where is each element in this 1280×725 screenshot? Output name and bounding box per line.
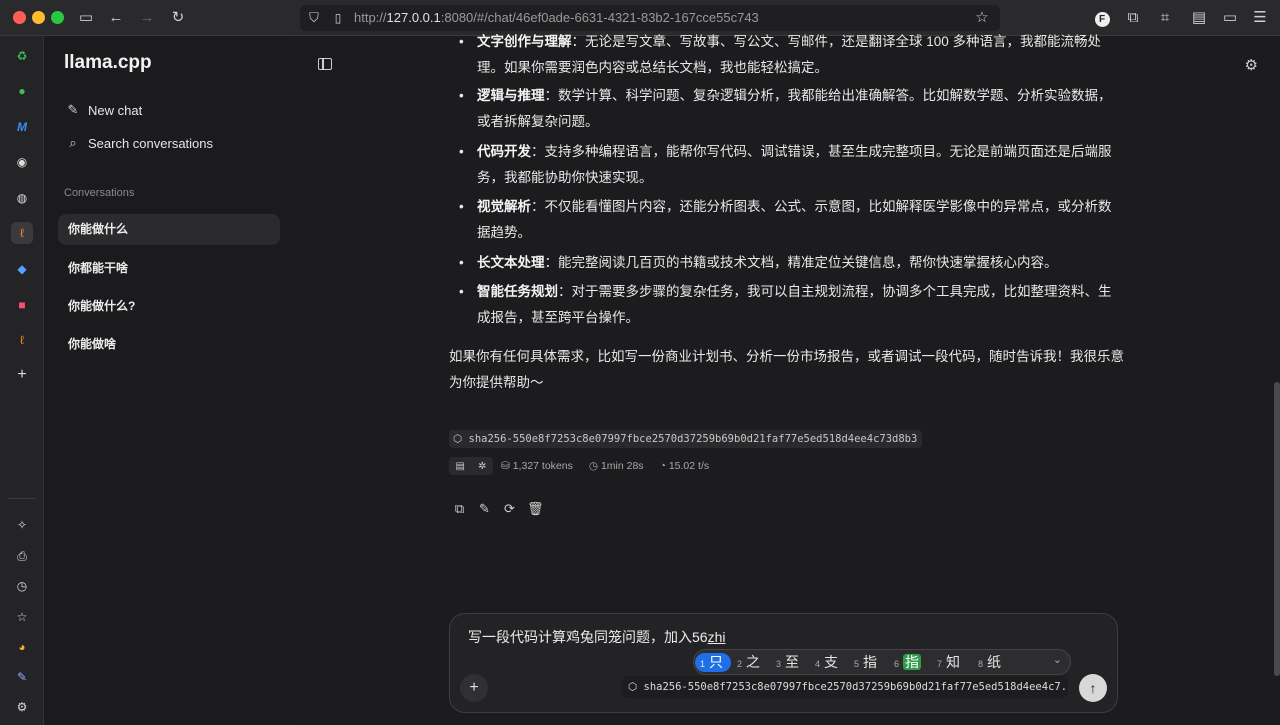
crop-icon[interactable]: ⌗ (1155, 8, 1175, 28)
delete-icon[interactable]: 🗑 (527, 501, 544, 517)
menu-icon[interactable]: ☰ (1250, 8, 1270, 28)
message-list-item: 逻辑与推理：数学计算、科学问题、复杂逻辑分析，我都能给出准确解答。比如解数学题、… (459, 83, 1122, 135)
address-bar[interactable]: ⛉ ▯ http://127.0.0.1:8080/#/chat/46ef0ad… (300, 5, 1000, 31)
app-strip: ♻ ● M ◉ ◍ ℓ ◆ ■ ℓ + ✧ ⎙ ◷ ☆ ◕ ✎ ⚙ (0, 36, 44, 725)
message-list-item: 文字创作与理解：无论是写文章、写故事、写公文、写邮件，还是翻译全球 100 多种… (459, 29, 1122, 81)
edit-icon: ✎ (67, 102, 79, 117)
ime-candidate[interactable]: 8纸 (978, 653, 1001, 672)
generation-time: ◷ 1min 28s (588, 460, 644, 472)
chat-composer[interactable]: 写一段代码计算鸡兔同笼问题，加入56zhi 1只 2之 3至 4支 5指 6指 … (449, 613, 1118, 713)
search-icon: ⌕ (69, 135, 77, 150)
llama-app-icon[interactable]: ℓ (11, 222, 33, 244)
conversation-item[interactable]: 你能做什么 (58, 214, 280, 245)
regenerate-icon[interactable]: ⟳ (502, 501, 517, 517)
extensions-icon[interactable]: ⧉ (1123, 8, 1143, 28)
conversations-heading: Conversations (64, 187, 135, 199)
ime-candidate[interactable]: 3至 (776, 653, 799, 672)
add-attachment-button[interactable]: + (460, 674, 488, 702)
new-chat-label: New chat (88, 102, 143, 118)
settings-gear-icon[interactable]: ⚙ (11, 696, 33, 718)
music-app-icon[interactable]: ■ (11, 294, 33, 316)
copy-icon[interactable]: ⧉ (452, 501, 467, 517)
message-closing-paragraph: 如果你有任何具体需求，比如写一份商业计划书、分析一份市场报告，或者调试一段代码，… (449, 349, 1124, 390)
stats-view-toggle[interactable]: ▤ ✲ (449, 457, 493, 475)
feather-icon[interactable]: ✎ (11, 666, 33, 688)
model-selector[interactable]: ⬡ sha256-550e8f7253c8e07997fbce2570d3725… (622, 676, 1068, 698)
print-icon[interactable]: ⎙ (11, 545, 33, 567)
token-count: ⛁ 1,327 tokens (501, 460, 573, 472)
cube-icon: ⬡ (453, 433, 463, 445)
history-icon[interactable]: ◷ (11, 575, 33, 597)
ime-candidate[interactable]: 4支 (815, 653, 838, 672)
conversation-item[interactable]: 你能做啥 (58, 329, 280, 360)
reader-icon[interactable]: ▭ (1220, 8, 1240, 28)
close-window-button[interactable] (13, 11, 26, 24)
new-chat-button[interactable]: ✎ New chat (66, 99, 143, 121)
message-input[interactable]: 写一段代码计算鸡兔同笼问题，加入56zhi (468, 627, 725, 647)
chat-app-icon[interactable]: ● (11, 80, 33, 102)
message-model-badge: ⬡ sha256-550e8f7253c8e07997fbce2570d3725… (449, 430, 923, 448)
conversation-item[interactable]: 你能做什么? (58, 291, 280, 322)
globe-icon[interactable]: ◍ (11, 187, 33, 209)
sparkle-icon[interactable]: ✧ (11, 514, 33, 536)
bookmark-star-icon[interactable]: ☆ (972, 8, 992, 28)
scrollbar[interactable] (1274, 382, 1280, 676)
reading-icon[interactable]: ▤ (456, 461, 465, 472)
search-conversations-button[interactable]: ⌕ Search conversations (66, 132, 213, 154)
app-brand: llama.cpp (64, 52, 152, 73)
ime-candidate[interactable]: 7知 (937, 653, 960, 672)
edit-message-icon[interactable]: ✎ (477, 501, 492, 517)
page-icon: ▯ (334, 11, 342, 25)
message-actions: ⧉ ✎ ⟳ 🗑 (452, 501, 544, 517)
colors-icon[interactable]: ◕ (11, 636, 33, 658)
message-list-item: 视觉解析：不仅能看懂图片内容，还能分析图表、公式、示意图，比如解释医学影像中的异… (459, 194, 1122, 246)
ime-candidate[interactable]: 5指 (854, 653, 877, 672)
sidebar-toggle-icon[interactable]: ▭ (76, 8, 96, 28)
layers-app-icon[interactable]: ◆ (11, 258, 33, 280)
chat-main: ⚙ 文字创作与理解：无论是写文章、写故事、写公文、写邮件，还是翻译全球 100 … (294, 29, 1280, 725)
minimize-window-button[interactable] (32, 11, 45, 24)
conversation-item[interactable]: 你都能干啥 (58, 253, 280, 284)
tokens-per-second: ◔ 15.02 t/s (659, 460, 710, 472)
circle-app-icon[interactable]: ◉ (11, 151, 33, 173)
reload-icon[interactable]: ↻ (168, 8, 188, 28)
add-app-icon[interactable]: + (11, 364, 33, 386)
profile-icon[interactable]: F (1092, 8, 1112, 28)
url-text[interactable]: http://127.0.0.1:8080/#/chat/46ef0ade-66… (354, 10, 759, 25)
message-list-item: 长文本处理：能完整阅读几百页的书籍或技术文档，精准定位关键信息，帮你快速掌握核心… (459, 250, 1122, 276)
ime-candidate[interactable]: 1只 (695, 653, 732, 672)
search-label: Search conversations (88, 135, 214, 151)
back-arrow-icon[interactable]: ← (106, 8, 126, 28)
favorites-icon[interactable]: ☆ (11, 606, 33, 628)
ime-candidate-bar: 1只 2之 3至 4支 5指 6指 7知 8纸 ⌄ (693, 649, 1071, 675)
message-list-item: 代码开发：支持多种编程语言，能帮你写代码、调试错误，甚至生成完整项目。无论是前端… (459, 139, 1122, 191)
send-button[interactable]: ↑ (1079, 674, 1107, 702)
cube-icon: ⬡ (628, 681, 638, 693)
chevron-down-icon[interactable]: ⌄ (1053, 653, 1062, 666)
settings-icon[interactable]: ⚙ (1245, 56, 1258, 74)
shield-icon[interactable]: ⛉ (304, 8, 324, 28)
forward-arrow-icon[interactable]: → (137, 8, 157, 28)
panel-toggle-icon[interactable] (318, 58, 332, 70)
message-list-item: 智能任务规划：对于需要多步骤的复杂任务，我可以自主规划流程，协调多个工具完成，比… (459, 279, 1122, 331)
archive-icon[interactable]: ▤ (1189, 8, 1209, 28)
ime-candidate[interactable]: 2之 (737, 653, 760, 672)
sparkle-stats-icon[interactable]: ✲ (478, 461, 486, 472)
sidebar: llama.cpp ✎ New chat ⌕ Search conversati… (44, 36, 294, 725)
strip-divider (8, 498, 36, 499)
generation-stats: ▤ ✲ ⛁ 1,327 tokens ◷ 1min 28s ◔ 15.02 t/… (449, 457, 725, 475)
maximize-window-button[interactable] (51, 11, 64, 24)
meta-app-icon[interactable]: M (11, 116, 33, 138)
llama-alt-app-icon[interactable]: ℓ (11, 329, 33, 351)
ime-candidate[interactable]: 6指 (894, 653, 922, 672)
recycle-app-icon[interactable]: ♻ (11, 45, 33, 67)
